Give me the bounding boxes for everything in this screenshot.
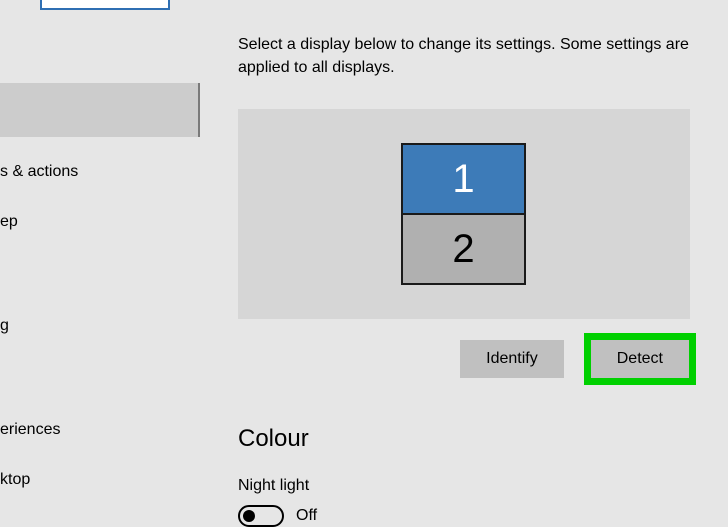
display-buttons-row: Identify Detect: [238, 333, 696, 385]
sidebar-selected-item[interactable]: [0, 83, 200, 137]
sidebar-items: s & actions ep g eriences ktop: [0, 147, 190, 505]
sidebar-item-remote-desktop[interactable]: ktop: [0, 455, 190, 505]
sidebar-item-multitasking[interactable]: g: [0, 301, 190, 351]
night-light-setting: Night light Off: [238, 477, 708, 527]
night-light-label: Night light: [238, 477, 708, 495]
identify-button[interactable]: Identify: [460, 340, 564, 378]
detect-button[interactable]: Detect: [591, 340, 689, 378]
display-monitor-1[interactable]: 1: [401, 143, 526, 215]
settings-sidebar: s & actions ep g eriences ktop: [0, 0, 210, 524]
display-settings-content: Select a display below to change its set…: [238, 0, 708, 527]
sidebar-active-indicator: [40, 0, 170, 10]
night-light-state: Off: [296, 507, 317, 525]
sidebar-item-shared-experiences[interactable]: eriences: [0, 405, 190, 455]
sidebar-item-power-sleep[interactable]: ep: [0, 197, 190, 247]
colour-heading: Colour: [238, 425, 708, 453]
sidebar-item-notifications[interactable]: s & actions: [0, 147, 190, 197]
display-arranger[interactable]: 1 2: [238, 109, 690, 319]
detect-highlight: Detect: [584, 333, 696, 385]
toggle-knob: [243, 510, 255, 522]
display-description: Select a display below to change its set…: [238, 33, 698, 79]
display-monitor-2[interactable]: 2: [401, 213, 526, 285]
